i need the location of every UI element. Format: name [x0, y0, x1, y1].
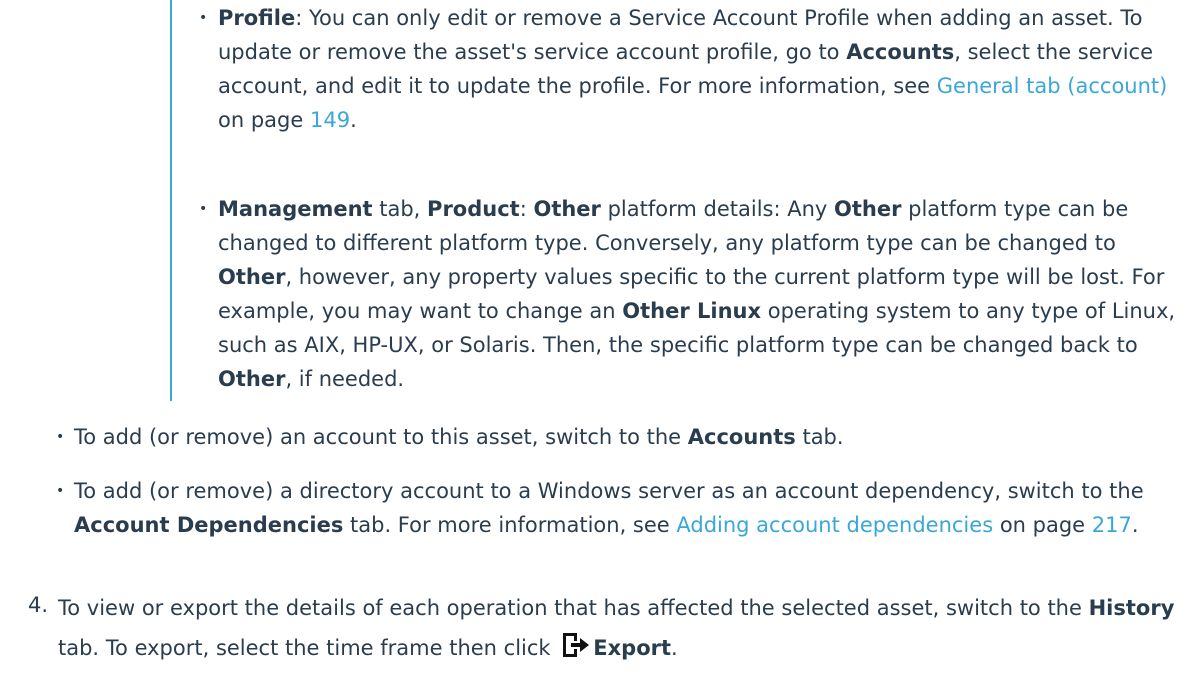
step-4-end: .: [671, 636, 678, 660]
step-4: To view or export the details of each op…: [58, 588, 1178, 668]
list-item-add-directory: To add (or remove) a directory account t…: [74, 474, 1184, 542]
list-item-profile: Profile: You can only edit or remove a S…: [218, 1, 1178, 137]
other-linux-label: Other Linux: [622, 299, 762, 323]
list-item-management: Management tab, Product: Other platform …: [218, 192, 1178, 396]
step-number: 4.: [28, 593, 49, 617]
other-label: Other: [533, 197, 601, 221]
adding-account-dependencies-link[interactable]: Adding account dependencies: [676, 513, 993, 537]
add-account-text-2: tab.: [795, 425, 844, 449]
bullet-glyph: •: [199, 10, 208, 26]
management-text-3: platform details: Any: [600, 197, 834, 221]
other-label: Other: [834, 197, 902, 221]
other-label: Other: [218, 367, 286, 391]
export-icon: [561, 631, 591, 657]
page-149-link[interactable]: 149: [310, 108, 350, 132]
bullet-glyph: •: [199, 201, 208, 217]
page-217-link[interactable]: 217: [1092, 513, 1132, 537]
add-directory-text-1: To add (or remove) a directory account t…: [74, 479, 1144, 503]
general-tab-account-link[interactable]: General tab (account): [937, 74, 1168, 98]
accounts-tab-label: Accounts: [687, 425, 796, 449]
add-directory-text-2: tab. For more information, see: [343, 513, 677, 537]
profile-label: Profile: [218, 6, 296, 30]
management-text-7: , if needed.: [285, 367, 405, 391]
history-tab-label: History: [1088, 596, 1175, 620]
account-dependencies-label: Account Dependencies: [74, 513, 344, 537]
add-directory-text-3: on page: [993, 513, 1092, 537]
step-4-text-2: tab. To export, select the time frame th…: [58, 636, 558, 660]
nested-list-bar: [170, 0, 172, 401]
other-label: Other: [218, 265, 286, 289]
add-account-text-1: To add (or remove) an account to this as…: [74, 425, 688, 449]
export-label: Export: [593, 636, 672, 660]
list-item-add-account: To add (or remove) an account to this as…: [74, 420, 1184, 454]
step-4-text-1: To view or export the details of each op…: [58, 596, 1089, 620]
accounts-label: Accounts: [846, 40, 955, 64]
profile-text-3: on page: [218, 108, 310, 132]
bullet-glyph: •: [56, 483, 65, 499]
management-text-1: tab,: [372, 197, 428, 221]
management-text-2: :: [519, 197, 534, 221]
product-label: Product: [427, 197, 520, 221]
add-directory-end: .: [1131, 513, 1139, 537]
bullet-glyph: •: [56, 429, 65, 445]
profile-end: .: [350, 108, 357, 132]
management-label: Management: [218, 197, 373, 221]
